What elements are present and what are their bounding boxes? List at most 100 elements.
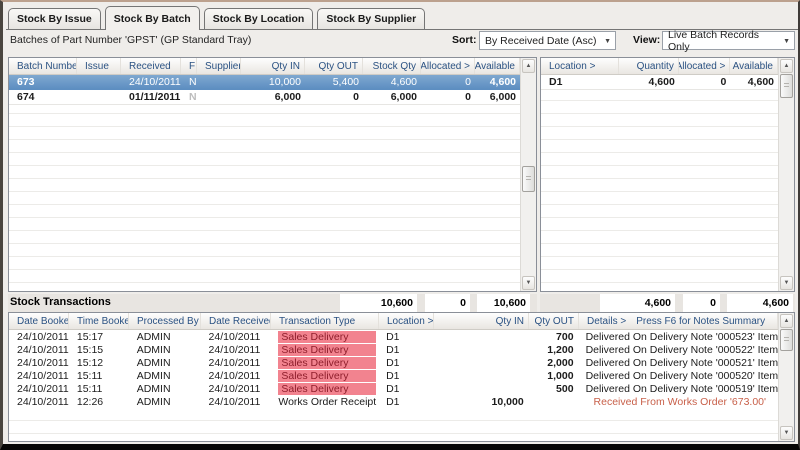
transaction-row-date-received: 24/10/2011 bbox=[201, 331, 271, 343]
location-row[interactable]: D14,60004,600 bbox=[541, 75, 778, 90]
transaction-row-qty-out: 1,000 bbox=[528, 370, 578, 382]
scroll-up-icon[interactable]: ▲ bbox=[780, 314, 793, 328]
scroll-thumb[interactable] bbox=[780, 329, 793, 351]
location-row-location: D1 bbox=[541, 76, 619, 88]
transaction-row-processed-by: ADMIN bbox=[129, 331, 201, 343]
transaction-row-location: D1 bbox=[378, 344, 433, 356]
transaction-type-highlight: Sales Delivery bbox=[278, 383, 376, 395]
transaction-row-date-booked: 24/10/2011 bbox=[9, 396, 69, 408]
column-header-stock-qty[interactable]: Stock Qty bbox=[363, 58, 421, 74]
column-header-issue[interactable]: Issue bbox=[77, 58, 121, 74]
transaction-row-details: Delivered On Delivery Note '000520' Item… bbox=[578, 370, 778, 382]
batch-row-qty-out: 5,400 bbox=[305, 76, 363, 88]
transaction-row[interactable]: 24/10/201115:17ADMIN24/10/2011Sales Deli… bbox=[9, 330, 778, 343]
scroll-thumb[interactable] bbox=[780, 74, 793, 98]
transaction-row-date-received: 24/10/2011 bbox=[201, 357, 271, 369]
batch-row-allocated: 0 bbox=[421, 76, 475, 88]
scroll-up-icon[interactable]: ▲ bbox=[522, 59, 535, 73]
column-header-qty-out[interactable]: Qty OUT bbox=[529, 313, 579, 329]
tab-stock-by-issue[interactable]: Stock By Issue bbox=[8, 8, 101, 29]
batch-grid-body: 67324/10/2011N10,0005,4004,60004,6006740… bbox=[9, 75, 520, 291]
transaction-row-date-booked: 24/10/2011 bbox=[9, 344, 69, 356]
column-header-available[interactable]: Available bbox=[475, 58, 520, 74]
transaction-row-qty-out: 500 bbox=[528, 383, 578, 395]
total-available: 10,600 bbox=[477, 294, 530, 312]
tab-stock-by-batch[interactable]: Stock By Batch bbox=[105, 6, 200, 30]
column-header-details[interactable]: Details >Press F6 for Notes Summary bbox=[579, 313, 778, 329]
location-grid-header: Location >QuantityAllocated >Available bbox=[541, 58, 778, 75]
transaction-row-type: Sales Delivery bbox=[270, 370, 378, 382]
transaction-row[interactable]: 24/10/201115:11ADMIN24/10/2011Sales Deli… bbox=[9, 369, 778, 382]
batch-row-fi: N bbox=[181, 76, 197, 88]
column-header-batch-number[interactable]: Batch Number > bbox=[9, 58, 77, 74]
scroll-thumb[interactable] bbox=[522, 166, 535, 192]
column-header-allocated[interactable]: Allocated > bbox=[679, 58, 731, 74]
sort-dropdown[interactable]: By Received Date (Asc) ▼ bbox=[479, 31, 616, 50]
transaction-row-location: D1 bbox=[378, 370, 433, 382]
transaction-row-time-booked: 15:15 bbox=[69, 344, 129, 356]
transaction-row-date-booked: 24/10/2011 bbox=[9, 383, 69, 395]
column-header-qty-in[interactable]: Qty IN bbox=[241, 58, 305, 74]
part-number-subtitle: Batches of Part Number 'GPST' (GP Standa… bbox=[10, 34, 251, 46]
batch-row[interactable]: 67324/10/2011N10,0005,4004,60004,600 bbox=[9, 75, 520, 90]
location-row-available: 4,600 bbox=[730, 76, 778, 88]
column-header-transaction-type[interactable]: Transaction Type bbox=[271, 313, 379, 329]
batch-row-qty-in: 10,000 bbox=[241, 76, 305, 88]
transaction-row-date-received: 24/10/2011 bbox=[201, 370, 271, 382]
sort-dropdown-value: By Received Date (Asc) bbox=[485, 35, 596, 47]
scroll-down-icon[interactable]: ▼ bbox=[522, 276, 535, 290]
batch-vertical-scrollbar[interactable]: ▲ ▼ bbox=[520, 58, 536, 291]
column-header-processed-by[interactable]: Processed By bbox=[129, 313, 201, 329]
transaction-row-qty-out: 2,000 bbox=[528, 357, 578, 369]
transaction-row-processed-by: ADMIN bbox=[129, 357, 201, 369]
transaction-row-date-booked: 24/10/2011 bbox=[9, 370, 69, 382]
batch-row-fi: N bbox=[181, 91, 197, 103]
total-allocated: 0 bbox=[425, 294, 470, 312]
view-dropdown-value: Live Batch Records Only bbox=[668, 29, 778, 53]
transaction-row-type: Sales Delivery bbox=[270, 331, 378, 343]
transaction-row[interactable]: 24/10/201115:12ADMIN24/10/2011Sales Deli… bbox=[9, 356, 778, 369]
transaction-row[interactable]: 24/10/201112:26ADMIN24/10/2011Works Orde… bbox=[9, 395, 778, 408]
chevron-down-icon: ▼ bbox=[604, 38, 611, 45]
location-totals-row: 4,600 0 4,600 bbox=[540, 294, 795, 312]
scroll-down-icon[interactable]: ▼ bbox=[780, 426, 793, 440]
transactions-grid-header: Date BookedTime BookedProcessed ByDate R… bbox=[9, 313, 778, 330]
column-header-location[interactable]: Location > bbox=[379, 313, 434, 329]
transaction-row-details: Delivered On Delivery Note '000519' Item… bbox=[578, 383, 778, 395]
sort-label: Sort: bbox=[452, 34, 477, 46]
column-header-fi[interactable]: FI bbox=[181, 58, 197, 74]
transaction-row-date-received: 24/10/2011 bbox=[201, 396, 271, 408]
location-vertical-scrollbar[interactable]: ▲ ▼ bbox=[778, 58, 794, 291]
transaction-row[interactable]: 24/10/201115:15ADMIN24/10/2011Sales Deli… bbox=[9, 343, 778, 356]
transaction-row-type: Sales Delivery bbox=[270, 344, 378, 356]
details-note: Press F6 for Notes Summary bbox=[636, 316, 765, 327]
transaction-row-date-received: 24/10/2011 bbox=[201, 383, 271, 395]
column-header-date-received[interactable]: Date Received bbox=[201, 313, 271, 329]
transaction-row-details: Delivered On Delivery Note '000521' Item… bbox=[578, 357, 778, 369]
column-header-supplier[interactable]: Supplier bbox=[197, 58, 241, 74]
column-header-received[interactable]: Received bbox=[121, 58, 181, 74]
transaction-row-time-booked: 15:11 bbox=[69, 370, 129, 382]
column-header-qty-in[interactable]: Qty IN bbox=[434, 313, 529, 329]
column-header-quantity[interactable]: Quantity bbox=[619, 58, 678, 74]
column-header-allocated[interactable]: Allocated > bbox=[421, 58, 475, 74]
batch-row[interactable]: 67401/11/2011N6,00006,00006,000 bbox=[9, 90, 520, 105]
transaction-row-location: D1 bbox=[378, 383, 433, 395]
transaction-row[interactable]: 24/10/201115:11ADMIN24/10/2011Sales Deli… bbox=[9, 382, 778, 395]
column-header-time-booked[interactable]: Time Booked bbox=[69, 313, 129, 329]
transaction-row-details: Delivered On Delivery Note '000522' Item… bbox=[578, 344, 778, 356]
scroll-down-icon[interactable]: ▼ bbox=[780, 276, 793, 290]
tab-stock-by-supplier[interactable]: Stock By Supplier bbox=[317, 8, 425, 29]
column-header-available[interactable]: Available bbox=[730, 58, 778, 74]
transactions-vertical-scrollbar[interactable]: ▲ ▼ bbox=[778, 313, 794, 441]
transaction-row-location: D1 bbox=[378, 331, 433, 343]
column-header-location[interactable]: Location > bbox=[541, 58, 619, 74]
tab-stock-by-location[interactable]: Stock By Location bbox=[204, 8, 314, 29]
view-dropdown[interactable]: Live Batch Records Only ▼ bbox=[662, 31, 795, 50]
batch-row-qty-in: 6,000 bbox=[241, 91, 305, 103]
column-header-qty-out[interactable]: Qty OUT bbox=[305, 58, 363, 74]
location-row-quantity: 4,600 bbox=[619, 76, 678, 88]
batch-grid-panel: Batch Number >IssueReceivedFISupplierQty… bbox=[8, 57, 537, 292]
scroll-up-icon[interactable]: ▲ bbox=[780, 59, 793, 73]
column-header-date-booked[interactable]: Date Booked bbox=[9, 313, 69, 329]
